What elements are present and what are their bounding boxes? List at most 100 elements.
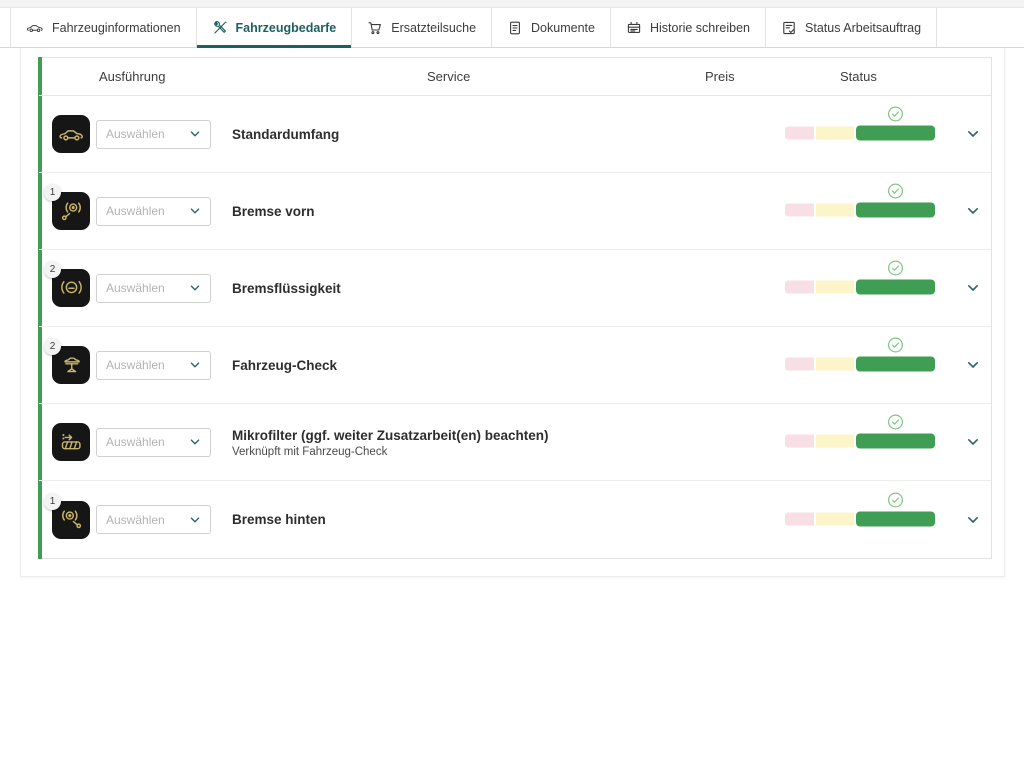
expand-row-button[interactable] [962, 509, 984, 531]
brake-front-icon [58, 198, 85, 225]
service-table-card: Ausführung Service Preis Status Auswähle… [38, 57, 992, 559]
status-segment-yellow [816, 281, 854, 294]
tab-status-arbeitsauftrag[interactable]: Status Arbeitsauftrag [766, 8, 937, 47]
count-badge: 2 [44, 261, 61, 278]
tab-label: Fahrzeuginformationen [52, 21, 181, 35]
count-badge: 2 [44, 338, 61, 355]
vehicle-lift-icon [58, 352, 85, 379]
ausfuehrung-select[interactable]: Auswählen [96, 120, 211, 149]
select-placeholder: Auswählen [106, 513, 189, 527]
column-header-preis: Preis [705, 58, 735, 96]
status-segment-green [856, 511, 935, 526]
status-indicator [785, 126, 935, 141]
cart-icon [367, 20, 383, 36]
tab-label: Fahrzeugbedarfe [236, 21, 337, 35]
status-segment-red [785, 204, 814, 217]
status-segment-red [785, 512, 814, 525]
status-segment-red [785, 127, 814, 140]
service-icon-tile [52, 115, 90, 153]
chevron-down-icon [966, 513, 980, 527]
status-segment-red [785, 358, 814, 371]
table-row: Auswählen Standardumfang [39, 96, 991, 173]
status-indicator [785, 511, 935, 526]
status-bar [785, 511, 935, 526]
status-indicator [785, 434, 935, 449]
status-segment-yellow [816, 358, 854, 371]
service-icon-tile: 2 [52, 346, 90, 384]
select-placeholder: Auswählen [106, 127, 189, 141]
check-circle-icon [887, 337, 904, 354]
check-circle-icon [887, 414, 904, 431]
ausfuehrung-select[interactable]: Auswählen [96, 274, 211, 303]
tab-fahrzeugbedarfe[interactable]: Fahrzeugbedarfe [197, 8, 353, 47]
chevron-down-icon [966, 127, 980, 141]
ausfuehrung-select[interactable]: Auswählen [96, 351, 211, 380]
status-segment-green [856, 126, 935, 141]
tab-dokumente[interactable]: Dokumente [492, 8, 611, 47]
tab-label: Dokumente [531, 21, 595, 35]
tab-ersatzteilsuche[interactable]: Ersatzteilsuche [352, 8, 492, 47]
status-indicator [785, 357, 935, 372]
column-header-status: Status [840, 58, 877, 96]
tab-fahrzeuginformationen[interactable]: Fahrzeuginformationen [10, 8, 197, 47]
service-icon-tile: 1 [52, 501, 90, 539]
chevron-down-icon [189, 359, 201, 371]
ausfuehrung-select[interactable]: Auswählen [96, 428, 211, 457]
expand-row-button[interactable] [962, 200, 984, 222]
status-bar [785, 434, 935, 449]
tools-icon [212, 20, 228, 36]
status-bar [785, 203, 935, 218]
status-segment-yellow [816, 204, 854, 217]
count-badge: 1 [44, 493, 61, 510]
expand-row-button[interactable] [962, 123, 984, 145]
status-segment-yellow [816, 512, 854, 525]
table-header: Ausführung Service Preis Status [39, 58, 991, 96]
expand-row-button[interactable] [962, 277, 984, 299]
history-icon [626, 20, 642, 36]
select-placeholder: Auswählen [106, 435, 189, 449]
column-header-ausfuehrung: Ausführung [99, 58, 166, 96]
ausfuehrung-select[interactable]: Auswählen [96, 197, 211, 226]
status-indicator [785, 280, 935, 295]
service-icon-tile: 2 [52, 269, 90, 307]
chevron-down-icon [189, 128, 201, 140]
status-segment-green [856, 203, 935, 218]
chevron-down-icon [189, 514, 201, 526]
status-bar [785, 126, 935, 141]
chevron-down-icon [966, 204, 980, 218]
page-top-strip [0, 0, 1024, 8]
chevron-down-icon [966, 435, 980, 449]
status-segment-green [856, 434, 935, 449]
brake-rear-icon [58, 506, 85, 533]
status-segment-red [785, 281, 814, 294]
column-header-service: Service [427, 58, 470, 96]
car-icon [26, 19, 44, 37]
chevron-down-icon [966, 281, 980, 295]
status-segment-green [856, 357, 935, 372]
status-indicator [785, 203, 935, 218]
status-segment-yellow [816, 435, 854, 448]
status-segment-green [856, 280, 935, 295]
tab-label: Status Arbeitsauftrag [805, 21, 921, 35]
ausfuehrung-select[interactable]: Auswählen [96, 505, 211, 534]
expand-row-button[interactable] [962, 354, 984, 376]
cabin-filter-icon [58, 429, 85, 456]
tab-label: Ersatzteilsuche [391, 21, 476, 35]
table-row: Auswählen Mikrofilter (ggf. weiter Zusat… [39, 404, 991, 481]
service-icon-tile: 1 [52, 192, 90, 230]
tab-bar: Fahrzeuginformationen Fahrzeugbedarfe Er… [0, 8, 1024, 48]
content-frame: Ausführung Service Preis Status Auswähle… [20, 48, 1005, 577]
expand-row-button[interactable] [962, 431, 984, 453]
count-badge: 1 [44, 184, 61, 201]
check-circle-icon [887, 491, 904, 508]
check-circle-icon [887, 260, 904, 277]
select-placeholder: Auswählen [106, 204, 189, 218]
service-icon-tile [52, 423, 90, 461]
table-row: 2 Auswählen Bremsflüssigkeit [39, 250, 991, 327]
tab-label: Historie schreiben [650, 21, 750, 35]
tab-historie-schreiben[interactable]: Historie schreiben [611, 8, 766, 47]
table-row: 1 Auswählen Bremse hinten [39, 481, 991, 558]
table-row: 1 Auswählen Bremse vorn [39, 173, 991, 250]
select-placeholder: Auswählen [106, 281, 189, 295]
select-placeholder: Auswählen [106, 358, 189, 372]
